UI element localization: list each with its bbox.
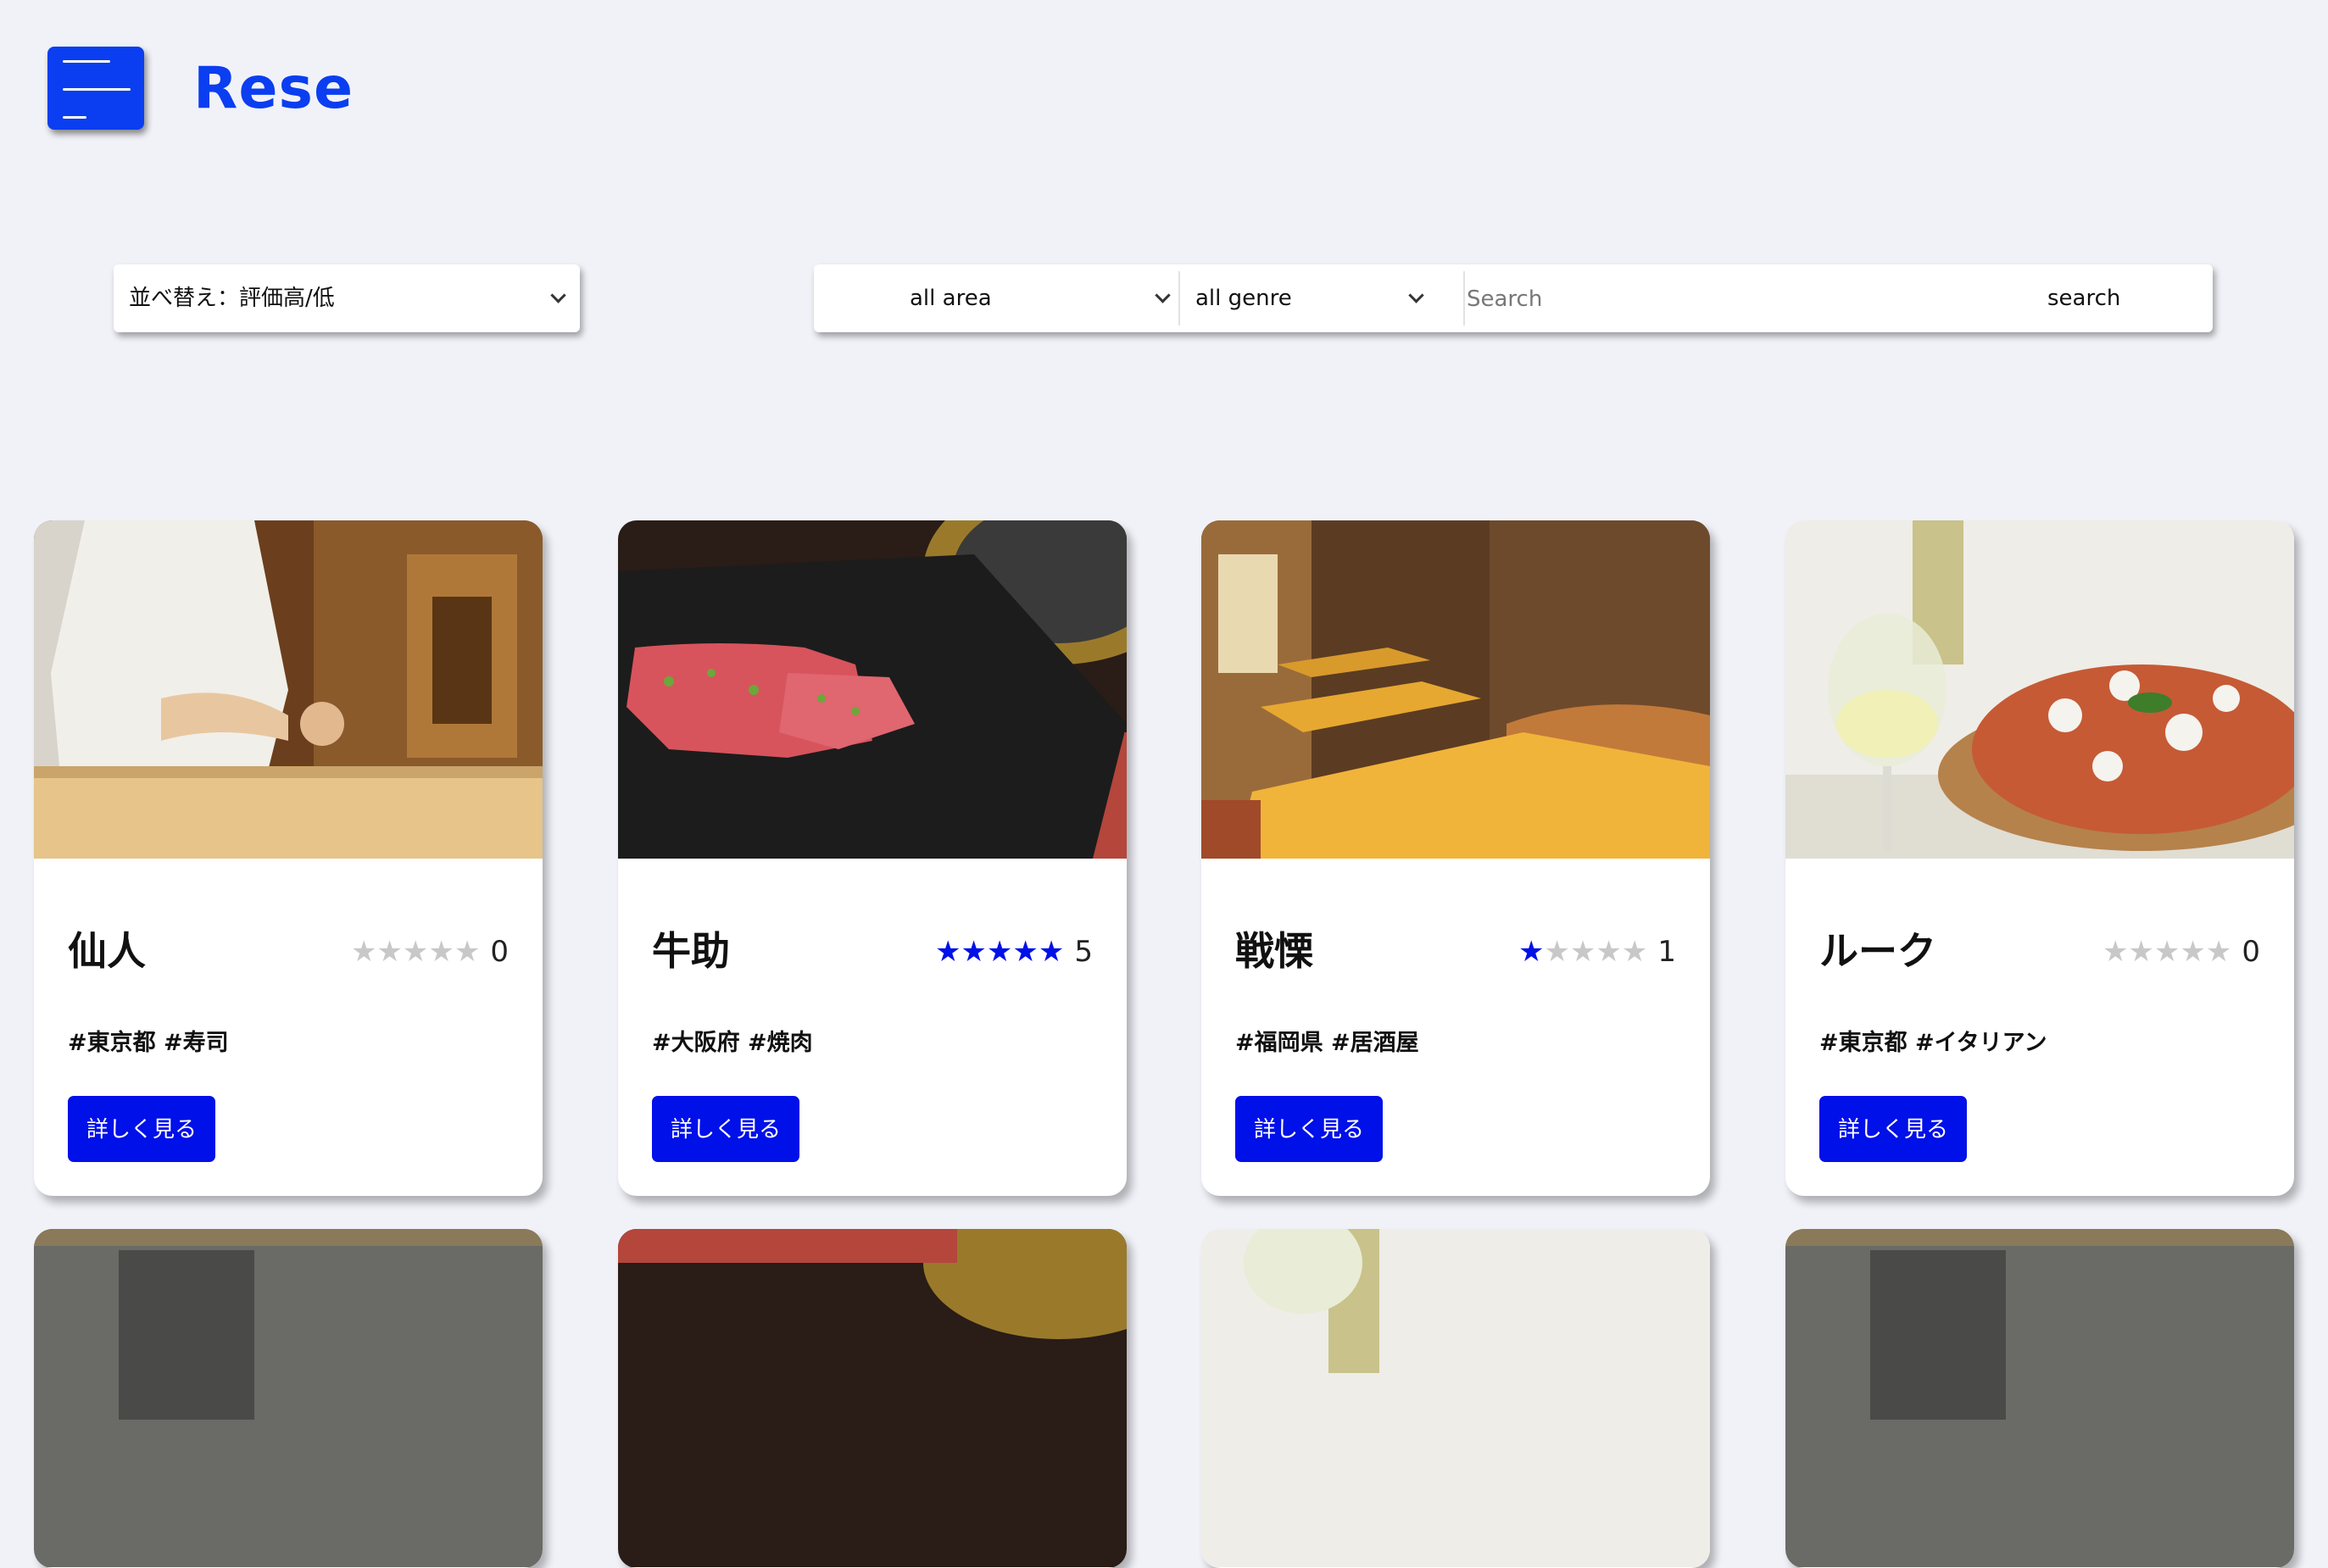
shop-card: 戦慄 ★★★★★ 1 #福岡県 #居酒屋 詳しく見る bbox=[1201, 520, 1710, 1196]
shop-image-italian bbox=[1201, 1229, 1710, 1567]
rating-stars: ★★★★★ 0 bbox=[351, 931, 509, 973]
rating-value: 5 bbox=[1074, 935, 1093, 969]
rating-value: 0 bbox=[2242, 935, 2260, 969]
star-icon: ★ bbox=[1621, 935, 1648, 969]
detail-button[interactable]: 詳しく見る bbox=[68, 1096, 215, 1162]
hamburger-menu-button[interactable] bbox=[47, 47, 144, 130]
star-icon: ★ bbox=[986, 935, 1013, 969]
star-icon: ★ bbox=[2205, 935, 2232, 969]
shop-tags: #福岡県 #居酒屋 bbox=[1235, 1030, 1419, 1056]
star-icon: ★ bbox=[2180, 935, 2206, 969]
shop-card bbox=[1785, 1229, 2294, 1568]
star-icon: ★ bbox=[402, 935, 429, 969]
rating-stars: ★★★★★ 5 bbox=[935, 931, 1093, 973]
shop-tags: #東京都 #イタリアン bbox=[1819, 1030, 2047, 1056]
menu-line bbox=[63, 60, 110, 63]
star-icon: ★ bbox=[1596, 935, 1622, 969]
star-icon: ★ bbox=[961, 935, 987, 969]
chevron-down-icon bbox=[1155, 287, 1171, 303]
shop-image-kitchen bbox=[34, 1229, 543, 1567]
chevron-down-icon bbox=[550, 287, 566, 303]
shop-tags: #東京都 #寿司 bbox=[68, 1030, 229, 1056]
rating-stars: ★★★★★ 1 bbox=[1518, 931, 1676, 973]
star-icon: ★ bbox=[1518, 935, 1545, 969]
shop-card: 牛助 ★★★★★ 5 #大阪府 #焼肉 詳しく見る bbox=[618, 520, 1127, 1196]
shop-image-sushi bbox=[34, 520, 543, 859]
shop-image-izakaya bbox=[1201, 520, 1710, 859]
shop-name: ルーク bbox=[1819, 928, 1936, 974]
shop-card bbox=[1201, 1229, 1710, 1568]
shop-card bbox=[34, 1229, 543, 1568]
sort-select-label: 並べ替え：評価高/低 bbox=[129, 286, 335, 311]
shop-card: ルーク ★★★★★ 0 #東京都 #イタリアン 詳しく見る bbox=[1785, 520, 2294, 1196]
rating-value: 1 bbox=[1657, 935, 1676, 969]
shop-tags: #大阪府 #焼肉 bbox=[652, 1030, 813, 1056]
rating-stars: ★★★★★ 0 bbox=[2102, 931, 2260, 973]
search-button[interactable]: search bbox=[2047, 264, 2120, 332]
chevron-down-icon bbox=[1408, 287, 1424, 303]
shop-name: 牛助 bbox=[652, 928, 730, 974]
app-logo[interactable]: Rese bbox=[193, 51, 354, 127]
detail-button[interactable]: 詳しく見る bbox=[1235, 1096, 1383, 1162]
rating-value: 0 bbox=[490, 935, 509, 969]
shop-card bbox=[618, 1229, 1127, 1568]
star-icon: ★ bbox=[1569, 935, 1596, 969]
star-icon: ★ bbox=[376, 935, 403, 969]
genre-select[interactable]: all genre bbox=[1180, 264, 1463, 332]
star-icon: ★ bbox=[1038, 935, 1065, 969]
sort-select[interactable]: 並べ替え：評価高/低 bbox=[114, 264, 580, 332]
star-icon: ★ bbox=[454, 935, 481, 969]
detail-button[interactable]: 詳しく見る bbox=[652, 1096, 799, 1162]
menu-line bbox=[63, 88, 131, 91]
star-icon: ★ bbox=[2153, 935, 2180, 969]
genre-select-value: all genre bbox=[1195, 286, 1292, 311]
star-icon: ★ bbox=[934, 935, 961, 969]
detail-button[interactable]: 詳しく見る bbox=[1819, 1096, 1967, 1162]
star-icon: ★ bbox=[2128, 935, 2154, 969]
star-icon: ★ bbox=[350, 935, 377, 969]
shop-image-yakiniku bbox=[618, 1229, 1127, 1567]
search-input[interactable] bbox=[1465, 273, 1960, 325]
shop-image-kitchen bbox=[1785, 1229, 2294, 1567]
star-icon: ★ bbox=[2102, 935, 2129, 969]
area-select[interactable]: all area bbox=[814, 264, 1178, 332]
shop-image-italian bbox=[1785, 520, 2294, 859]
shop-name: 仙人 bbox=[68, 928, 146, 974]
menu-line bbox=[63, 116, 86, 119]
search-bar: all area all genre search bbox=[814, 264, 2213, 332]
star-icon: ★ bbox=[428, 935, 454, 969]
shop-card: 仙人 ★★★★★ 0 #東京都 #寿司 詳しく見る bbox=[34, 520, 543, 1196]
star-icon: ★ bbox=[1012, 935, 1039, 969]
area-select-value: all area bbox=[910, 286, 992, 311]
shop-image-yakiniku bbox=[618, 520, 1127, 859]
shop-name: 戦慄 bbox=[1235, 928, 1313, 974]
star-icon: ★ bbox=[1544, 935, 1570, 969]
